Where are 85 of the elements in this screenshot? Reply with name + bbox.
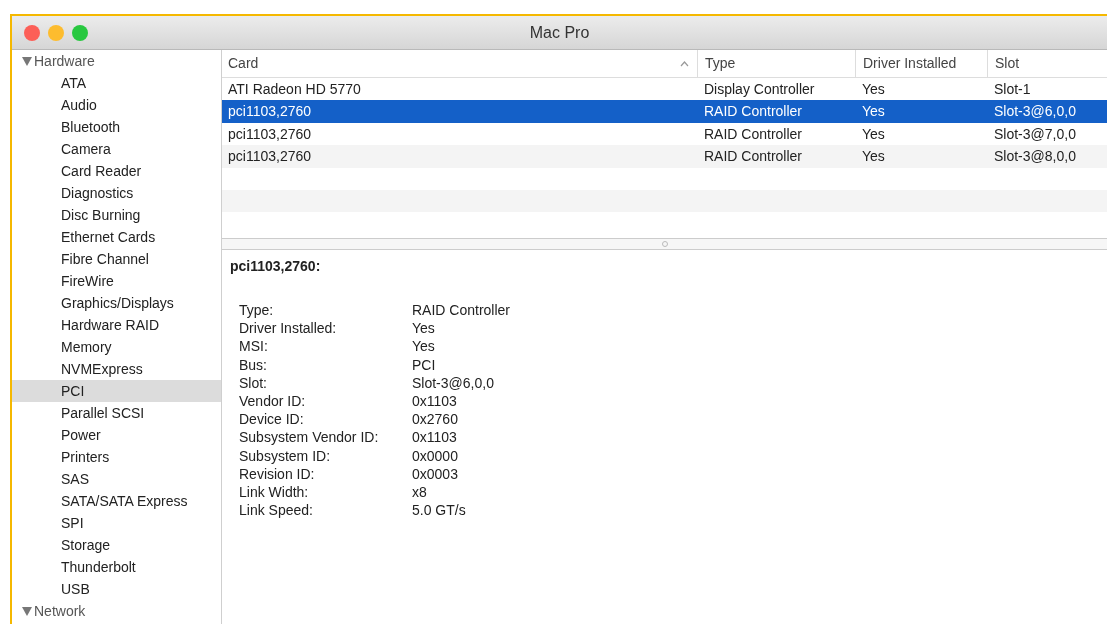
field-value: 0x2760 — [412, 410, 458, 429]
sort-chevron-icon — [680, 60, 689, 67]
field-label: Driver Installed: — [239, 320, 337, 337]
window-title: Mac Pro — [529, 23, 590, 41]
table-cell: RAID Controller — [704, 103, 803, 120]
sidebar-item[interactable]: Diagnostics — [12, 182, 221, 204]
group-label: Network — [34, 603, 86, 619]
group-label: Hardware — [34, 53, 95, 69]
disclosure-triangle-icon[interactable] — [22, 607, 32, 616]
sidebar-item[interactable]: SPI — [12, 512, 221, 534]
table-row[interactable]: pci1103,2760 RAID Controller Yes Slot-3@8,0,0 — [222, 145, 1107, 168]
table-cell: RAID Controller — [704, 125, 803, 142]
field-label: Slot: — [239, 374, 267, 391]
field-label: Bus: — [239, 356, 267, 373]
field-value: 0x0003 — [412, 464, 458, 483]
sidebar-item[interactable]: Bluetooth — [12, 116, 221, 138]
sidebar-item[interactable]: Thunderbolt — [12, 556, 221, 578]
table-cell: pci1103,2760 — [228, 148, 312, 165]
sidebar-group[interactable]: Hardware — [12, 50, 221, 72]
sidebar-item[interactable]: Printers — [12, 446, 221, 468]
field-label: Link Speed: — [239, 502, 313, 519]
sidebar-item[interactable]: Disc Burning — [12, 204, 221, 226]
table-cell: Yes — [862, 103, 885, 120]
sidebar-item[interactable]: Ethernet Cards — [12, 226, 221, 248]
table-cell: Yes — [862, 125, 885, 142]
sidebar-item[interactable]: ATA — [12, 72, 221, 94]
table-row[interactable]: ATI Radeon HD 5770 Display Controller Yes Slot-1 — [222, 78, 1107, 101]
column-header[interactable]: Driver Installed — [855, 50, 987, 77]
sidebar-item[interactable]: Power — [12, 424, 221, 446]
field-label: Device ID: — [239, 411, 304, 428]
field-value: Slot-3@6,0,0 — [412, 373, 494, 392]
disclosure-triangle-icon[interactable] — [22, 57, 32, 66]
field-value: RAID Controller — [412, 301, 511, 320]
sidebar-item[interactable]: SATA/SATA Express — [12, 490, 221, 512]
sidebar-item[interactable]: SAS — [12, 468, 221, 490]
sidebar-item[interactable]: Storage — [12, 534, 221, 556]
table-cell: pci1103,2760 — [228, 103, 312, 120]
field-label: Subsystem ID: — [239, 447, 331, 464]
table-cell: Display Controller — [704, 81, 815, 97]
split-handle[interactable] — [222, 238, 1107, 250]
field-value: 0x1103 — [412, 391, 457, 411]
sidebar-item[interactable]: PCI — [12, 380, 221, 402]
table-cell: Slot-3@6,0,0 — [994, 103, 1076, 120]
zoom-button[interactable] — [72, 24, 88, 41]
table-cell: pci1103,2760 — [228, 125, 312, 142]
field-label: Link Width: — [239, 483, 309, 500]
field-value: x8 — [412, 482, 427, 502]
table-cell: RAID Controller — [704, 148, 803, 165]
field-label: Vendor ID: — [239, 392, 306, 409]
table-cell: Slot-3@7,0,0 — [994, 125, 1076, 142]
table-cell: Yes — [862, 81, 885, 97]
minimize-button[interactable] — [48, 24, 64, 41]
detail-title: pci1103,2760: — [230, 258, 321, 274]
field-label: Revision ID: — [239, 465, 315, 482]
field-value: 0x0000 — [412, 446, 458, 465]
table-row[interactable]: pci1103,2760 RAID Controller Yes Slot-3@6,0,0 — [222, 100, 1107, 123]
close-button[interactable] — [24, 24, 40, 41]
sidebar-item[interactable]: Parallel SCSI — [12, 402, 221, 424]
table-row[interactable]: pci1103,2760 RAID Controller Yes Slot-3@7,0,0 — [222, 122, 1107, 146]
sidebar-item[interactable]: Hardware RAID — [12, 314, 221, 336]
sidebar-item[interactable]: Card Reader — [12, 160, 221, 182]
table-cell: Slot-3@8,0,0 — [994, 148, 1076, 165]
sidebar-item[interactable]: Camera — [12, 138, 221, 160]
field-label: Type: — [239, 302, 274, 318]
field-value: 0x1103 — [412, 428, 457, 447]
sidebar-item[interactable]: Audio — [12, 94, 221, 116]
sidebar-group[interactable]: Network — [12, 600, 221, 622]
sidebar-item[interactable]: FireWire — [12, 270, 221, 292]
column-header[interactable]: Type — [697, 50, 855, 77]
field-value: 5.0 GT/s — [412, 501, 466, 520]
sidebar-item[interactable]: USB — [12, 578, 221, 600]
column-header[interactable]: Card — [222, 50, 697, 77]
sidebar-item[interactable]: Fibre Channel — [12, 248, 221, 270]
table-cell: Yes — [862, 148, 885, 165]
sidebar-item[interactable]: Graphics/Displays — [12, 292, 221, 314]
field-value: Yes — [412, 319, 435, 338]
field-value: Yes — [412, 337, 435, 356]
sidebar-item[interactable]: Memory — [12, 336, 221, 358]
column-header[interactable]: Slot — [987, 50, 1107, 77]
field-label: MSI: — [239, 338, 268, 355]
table-cell: ATI Radeon HD 5770 — [228, 81, 361, 97]
table-cell: Slot-1 — [994, 81, 1031, 97]
sidebar-item[interactable]: NVMExpress — [12, 358, 221, 380]
field-label: Subsystem Vendor ID: — [239, 429, 379, 446]
field-value: PCI — [412, 355, 436, 374]
